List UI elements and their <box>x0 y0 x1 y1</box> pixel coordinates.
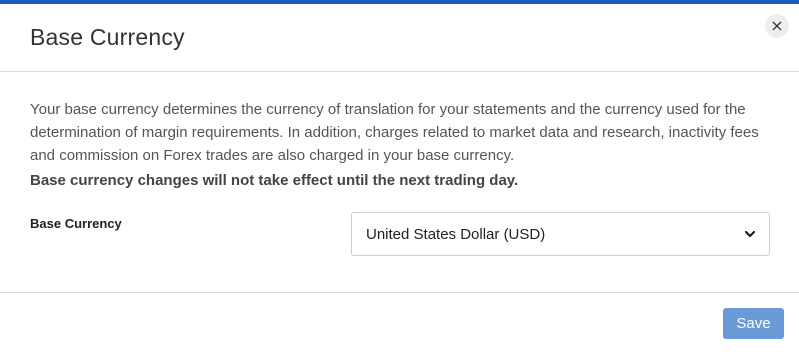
description-text: Your base currency determines the curren… <box>30 101 759 164</box>
dialog-title: Base Currency <box>30 24 185 50</box>
close-icon: × <box>770 16 784 35</box>
base-currency-label: Base Currency <box>30 216 122 231</box>
save-button[interactable]: Save <box>723 308 784 339</box>
chevron-down-icon <box>745 229 755 239</box>
dialog-footer: Save <box>0 293 799 354</box>
close-button[interactable]: × <box>765 14 789 38</box>
dialog-body: Your base currency determines the curren… <box>0 72 799 293</box>
effect-note: Base currency changes will not take effe… <box>30 172 519 189</box>
dialog-header: Base Currency × <box>0 4 799 72</box>
base-currency-dialog: Base Currency × Your base currency deter… <box>0 0 799 354</box>
selected-currency: United States Dollar (USD) <box>366 225 546 243</box>
base-currency-select[interactable]: United States Dollar (USD) <box>351 212 770 256</box>
